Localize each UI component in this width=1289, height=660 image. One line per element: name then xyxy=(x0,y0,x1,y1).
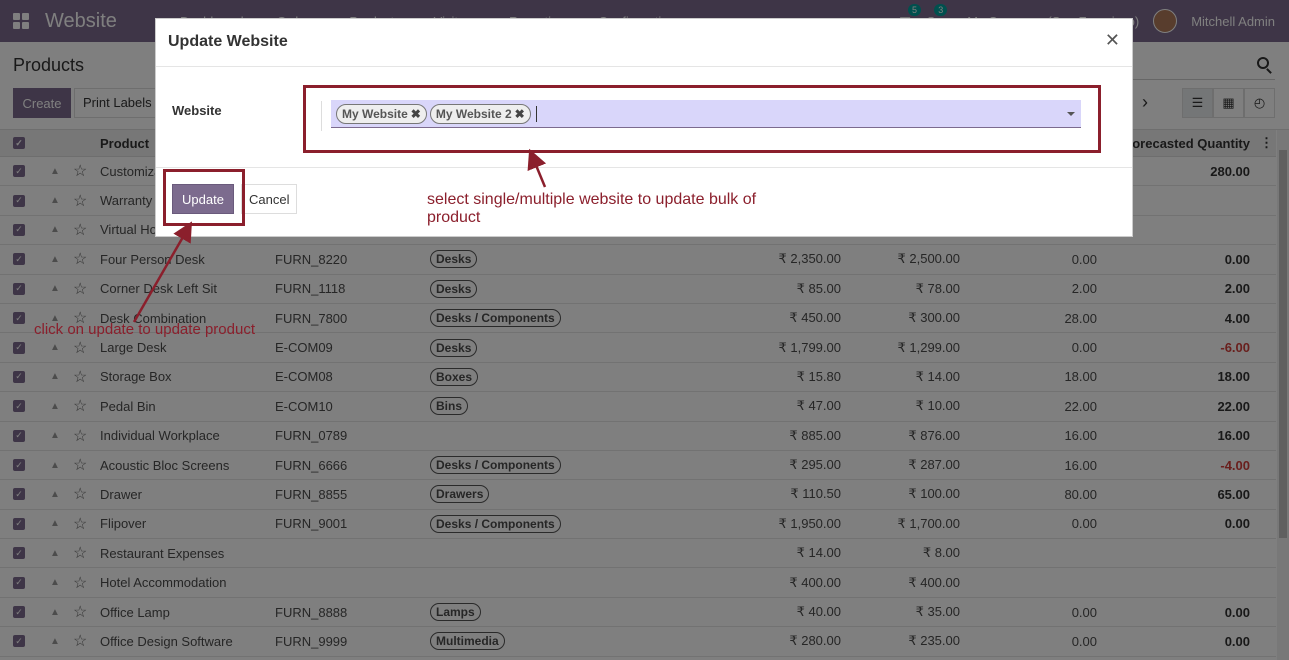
dialog-header: Update Website ✕ xyxy=(156,19,1132,67)
website-field-label: Website xyxy=(172,103,222,118)
update-annotation: click on update to update product xyxy=(34,321,255,338)
close-icon[interactable]: ✕ xyxy=(1105,30,1120,51)
cancel-button[interactable]: Cancel xyxy=(241,184,298,214)
dialog-title: Update Website xyxy=(168,33,288,50)
website-field-highlight xyxy=(303,85,1101,153)
select-website-annotation: select single/multiple website to update… xyxy=(427,191,757,226)
update-button-highlight xyxy=(163,169,245,226)
